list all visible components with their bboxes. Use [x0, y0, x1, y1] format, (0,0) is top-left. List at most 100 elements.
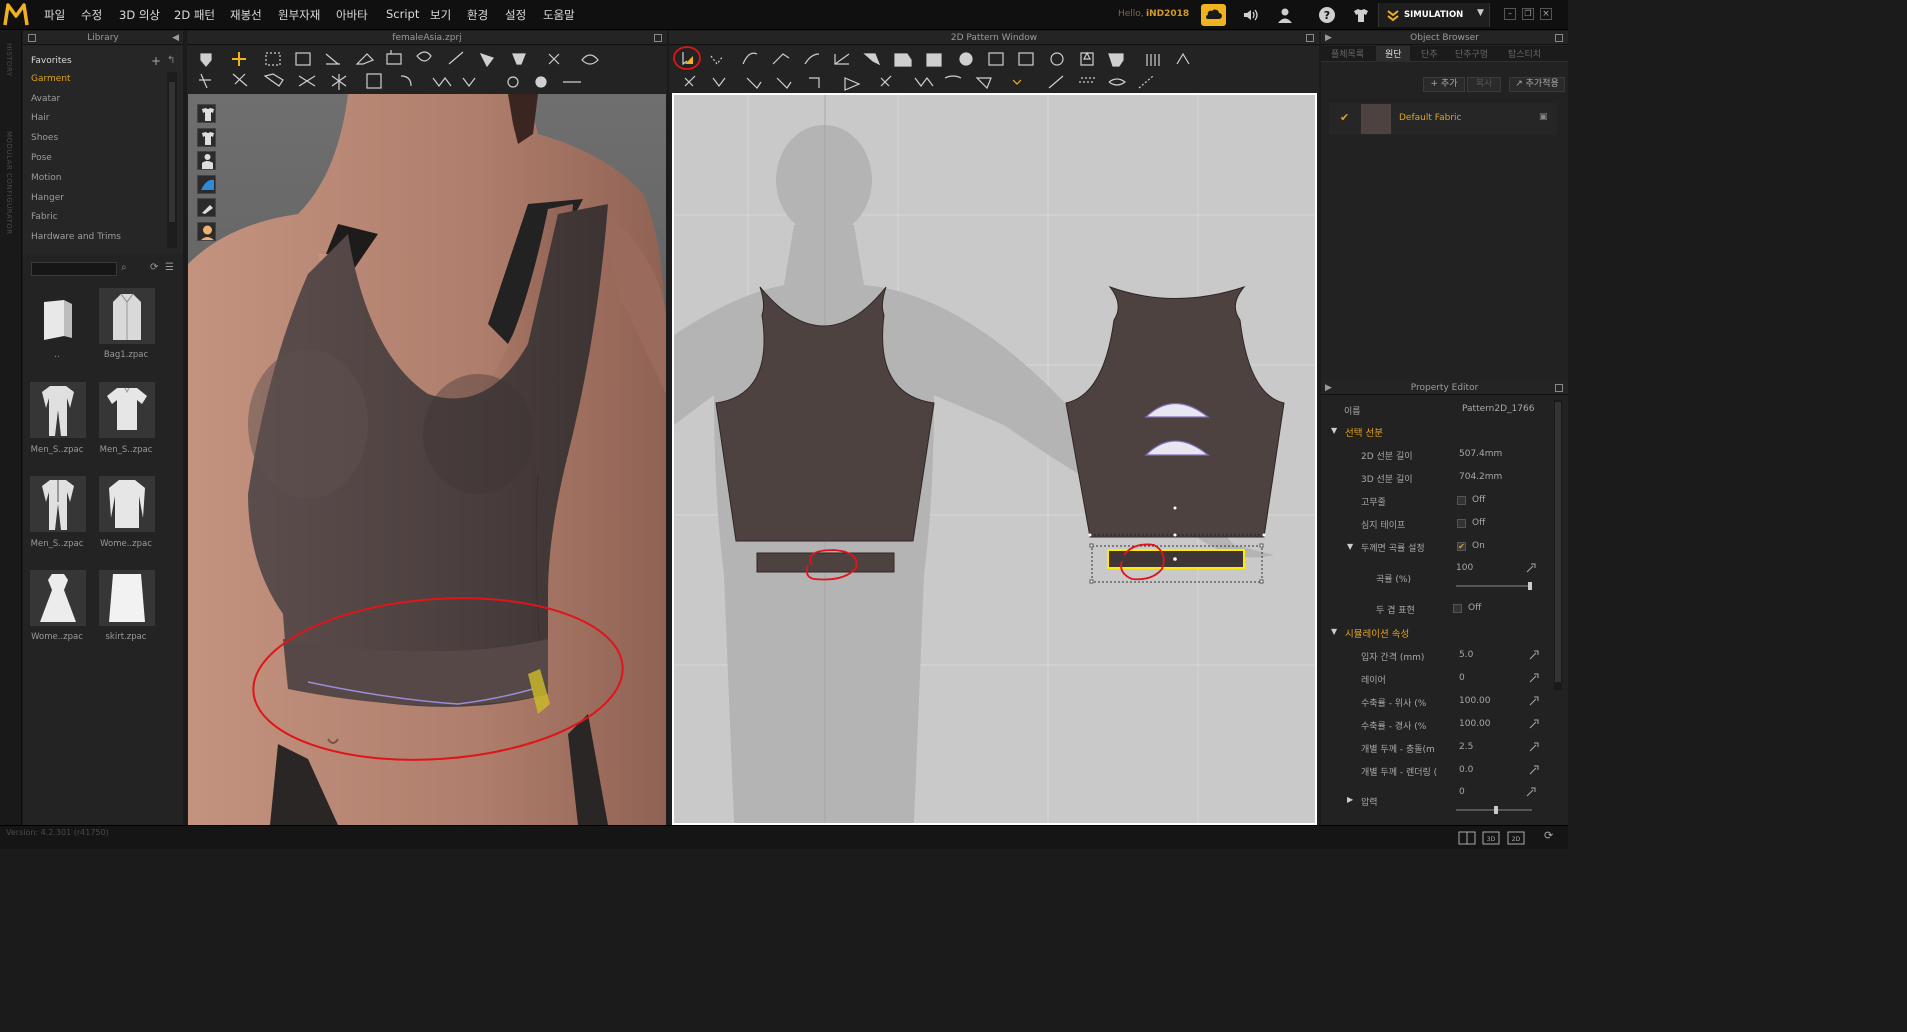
reset-icon[interactable]: [1528, 649, 1540, 661]
menu-settings[interactable]: 설정: [505, 7, 526, 23]
library-item-parent-folder[interactable]: [30, 290, 86, 346]
show-avatar-button[interactable]: [197, 151, 216, 170]
category-pose[interactable]: Pose: [31, 153, 52, 163]
3d-viewport[interactable]: [188, 94, 666, 825]
library-item-skirt[interactable]: [99, 570, 155, 626]
refresh-icon[interactable]: ⟳: [1544, 829, 1553, 842]
detach-icon[interactable]: [1306, 34, 1314, 42]
reset-icon[interactable]: [1528, 741, 1540, 753]
menu-avatar[interactable]: 아바타: [336, 7, 368, 23]
prop-shrink-weft-value[interactable]: 100.00: [1459, 696, 1491, 706]
view-front-button[interactable]: [197, 104, 216, 123]
view-back-button[interactable]: [197, 128, 216, 147]
prop-pressure-value[interactable]: 0: [1459, 787, 1465, 797]
mode-selector[interactable]: SIMULATION ▼: [1378, 3, 1490, 27]
collapse-right-icon[interactable]: ▶: [1325, 381, 1332, 395]
cloud-button[interactable]: [1201, 4, 1226, 26]
add-fabric-button[interactable]: + 추가: [1423, 77, 1465, 92]
fabric-assign-icon[interactable]: ▣: [1539, 112, 1548, 122]
reset-icon[interactable]: [1525, 786, 1537, 798]
prop-2d-length-value[interactable]: 507.4mm: [1459, 449, 1502, 459]
prop-particle-value[interactable]: 5.0: [1459, 650, 1473, 660]
library-search-input[interactable]: [31, 262, 117, 276]
minimize-button[interactable]: –: [1504, 8, 1516, 20]
category-fabric[interactable]: Fabric: [31, 212, 58, 222]
detach-icon[interactable]: [28, 34, 36, 42]
tab-fitting-list[interactable]: 플체목록: [1331, 47, 1364, 60]
menu-script[interactable]: Script: [386, 7, 419, 21]
search-icon[interactable]: ⌕: [121, 262, 127, 273]
category-garment[interactable]: Garment: [31, 74, 71, 84]
chevron-right-icon[interactable]: ▶: [1347, 795, 1353, 804]
category-motion[interactable]: Motion: [31, 173, 62, 183]
tab-fabric[interactable]: 원단: [1385, 47, 1402, 60]
reset-icon[interactable]: [1528, 672, 1540, 684]
collapse-left-icon[interactable]: ◀: [172, 31, 179, 45]
category-favorites[interactable]: Favorites: [31, 56, 72, 66]
chevron-down-icon[interactable]: ▼: [1347, 542, 1353, 551]
menu-edit[interactable]: 수정: [81, 7, 102, 23]
prop-shrink-warp-value[interactable]: 100.00: [1459, 719, 1491, 729]
sound-icon[interactable]: [1241, 6, 1259, 24]
curvature-checkbox[interactable]: ✔: [1457, 542, 1466, 551]
garment-settings-icon[interactable]: [1352, 6, 1370, 24]
category-shoes[interactable]: Shoes: [31, 133, 58, 143]
detach-icon[interactable]: [1555, 384, 1563, 392]
library-item-men-suit-2[interactable]: [30, 476, 86, 532]
slider-handle[interactable]: [1494, 806, 1498, 814]
menu-help[interactable]: 도움말: [543, 7, 575, 23]
reset-icon[interactable]: [1528, 764, 1540, 776]
property-scrollbar[interactable]: [1554, 400, 1562, 690]
prop-thickness-render-value[interactable]: 0.0: [1459, 765, 1473, 775]
category-hardware-trims[interactable]: Hardware and Trims: [31, 232, 121, 242]
list-view-icon[interactable]: ☰: [165, 262, 174, 273]
reset-icon[interactable]: [1528, 718, 1540, 730]
mesh-view-button[interactable]: [197, 198, 216, 217]
prop-layer-value[interactable]: 0: [1459, 673, 1465, 683]
slider-handle[interactable]: [1528, 582, 1532, 590]
close-button[interactable]: ×: [1540, 8, 1552, 20]
elastic-checkbox[interactable]: [1457, 496, 1466, 505]
menu-view[interactable]: 보기: [430, 7, 451, 23]
menu-file[interactable]: 파일: [44, 7, 65, 23]
category-scrollbar[interactable]: [167, 72, 177, 248]
library-item-bag[interactable]: [99, 288, 155, 344]
detach-icon[interactable]: [654, 34, 662, 42]
category-avatar[interactable]: Avatar: [31, 94, 60, 104]
history-tab[interactable]: HISTORY: [5, 43, 13, 77]
library-item-women-dress[interactable]: [30, 570, 86, 626]
app-logo-icon[interactable]: [2, 1, 30, 29]
category-hair[interactable]: Hair: [31, 113, 49, 123]
detach-icon[interactable]: [1555, 34, 1563, 42]
tab-button[interactable]: 단추: [1421, 47, 1438, 60]
menu-sewing[interactable]: 재봉선: [230, 7, 262, 23]
pressure-slider[interactable]: [1456, 806, 1532, 814]
chevron-down-icon[interactable]: ▼: [1331, 426, 1337, 435]
back-arrow-icon[interactable]: ↰: [167, 55, 175, 66]
library-item-women-coat[interactable]: [99, 476, 155, 532]
prop-thickness-collision-value[interactable]: 2.5: [1459, 742, 1473, 752]
reset-icon[interactable]: [1525, 562, 1537, 574]
layout-2d-icon[interactable]: 2D: [1505, 828, 1527, 848]
help-icon[interactable]: ?: [1318, 6, 1336, 24]
prop-name-value[interactable]: Pattern2D_1766: [1462, 404, 1534, 414]
add-favorite-icon[interactable]: +: [151, 54, 161, 68]
menu-materials[interactable]: 원부자재: [278, 7, 320, 23]
layout-3d-icon[interactable]: 3D: [1480, 828, 1502, 848]
copy-fabric-button[interactable]: 복사: [1467, 77, 1501, 92]
user-icon[interactable]: [1276, 6, 1294, 24]
tape-checkbox[interactable]: [1457, 519, 1466, 528]
menu-environment[interactable]: 환경: [467, 7, 488, 23]
restore-button[interactable]: ❐: [1522, 8, 1534, 20]
2d-pattern-canvas[interactable]: [672, 93, 1317, 825]
modular-configurator-tab[interactable]: MODULAR CONFIGURATOR: [5, 131, 13, 235]
fabric-list-item[interactable]: ✔ Default Fabric ▣: [1329, 103, 1557, 135]
refresh-icon[interactable]: ⟳: [150, 262, 158, 273]
chevron-down-icon[interactable]: ▼: [1331, 627, 1337, 636]
double-checkbox[interactable]: [1453, 604, 1462, 613]
collapse-right-icon[interactable]: ▶: [1325, 31, 1332, 45]
curvature-slider[interactable]: [1456, 582, 1532, 590]
menu-2d-pattern[interactable]: 2D 패턴: [174, 7, 215, 23]
tab-topstitch[interactable]: 탑스티치: [1508, 47, 1541, 60]
category-hanger[interactable]: Hanger: [31, 193, 64, 203]
